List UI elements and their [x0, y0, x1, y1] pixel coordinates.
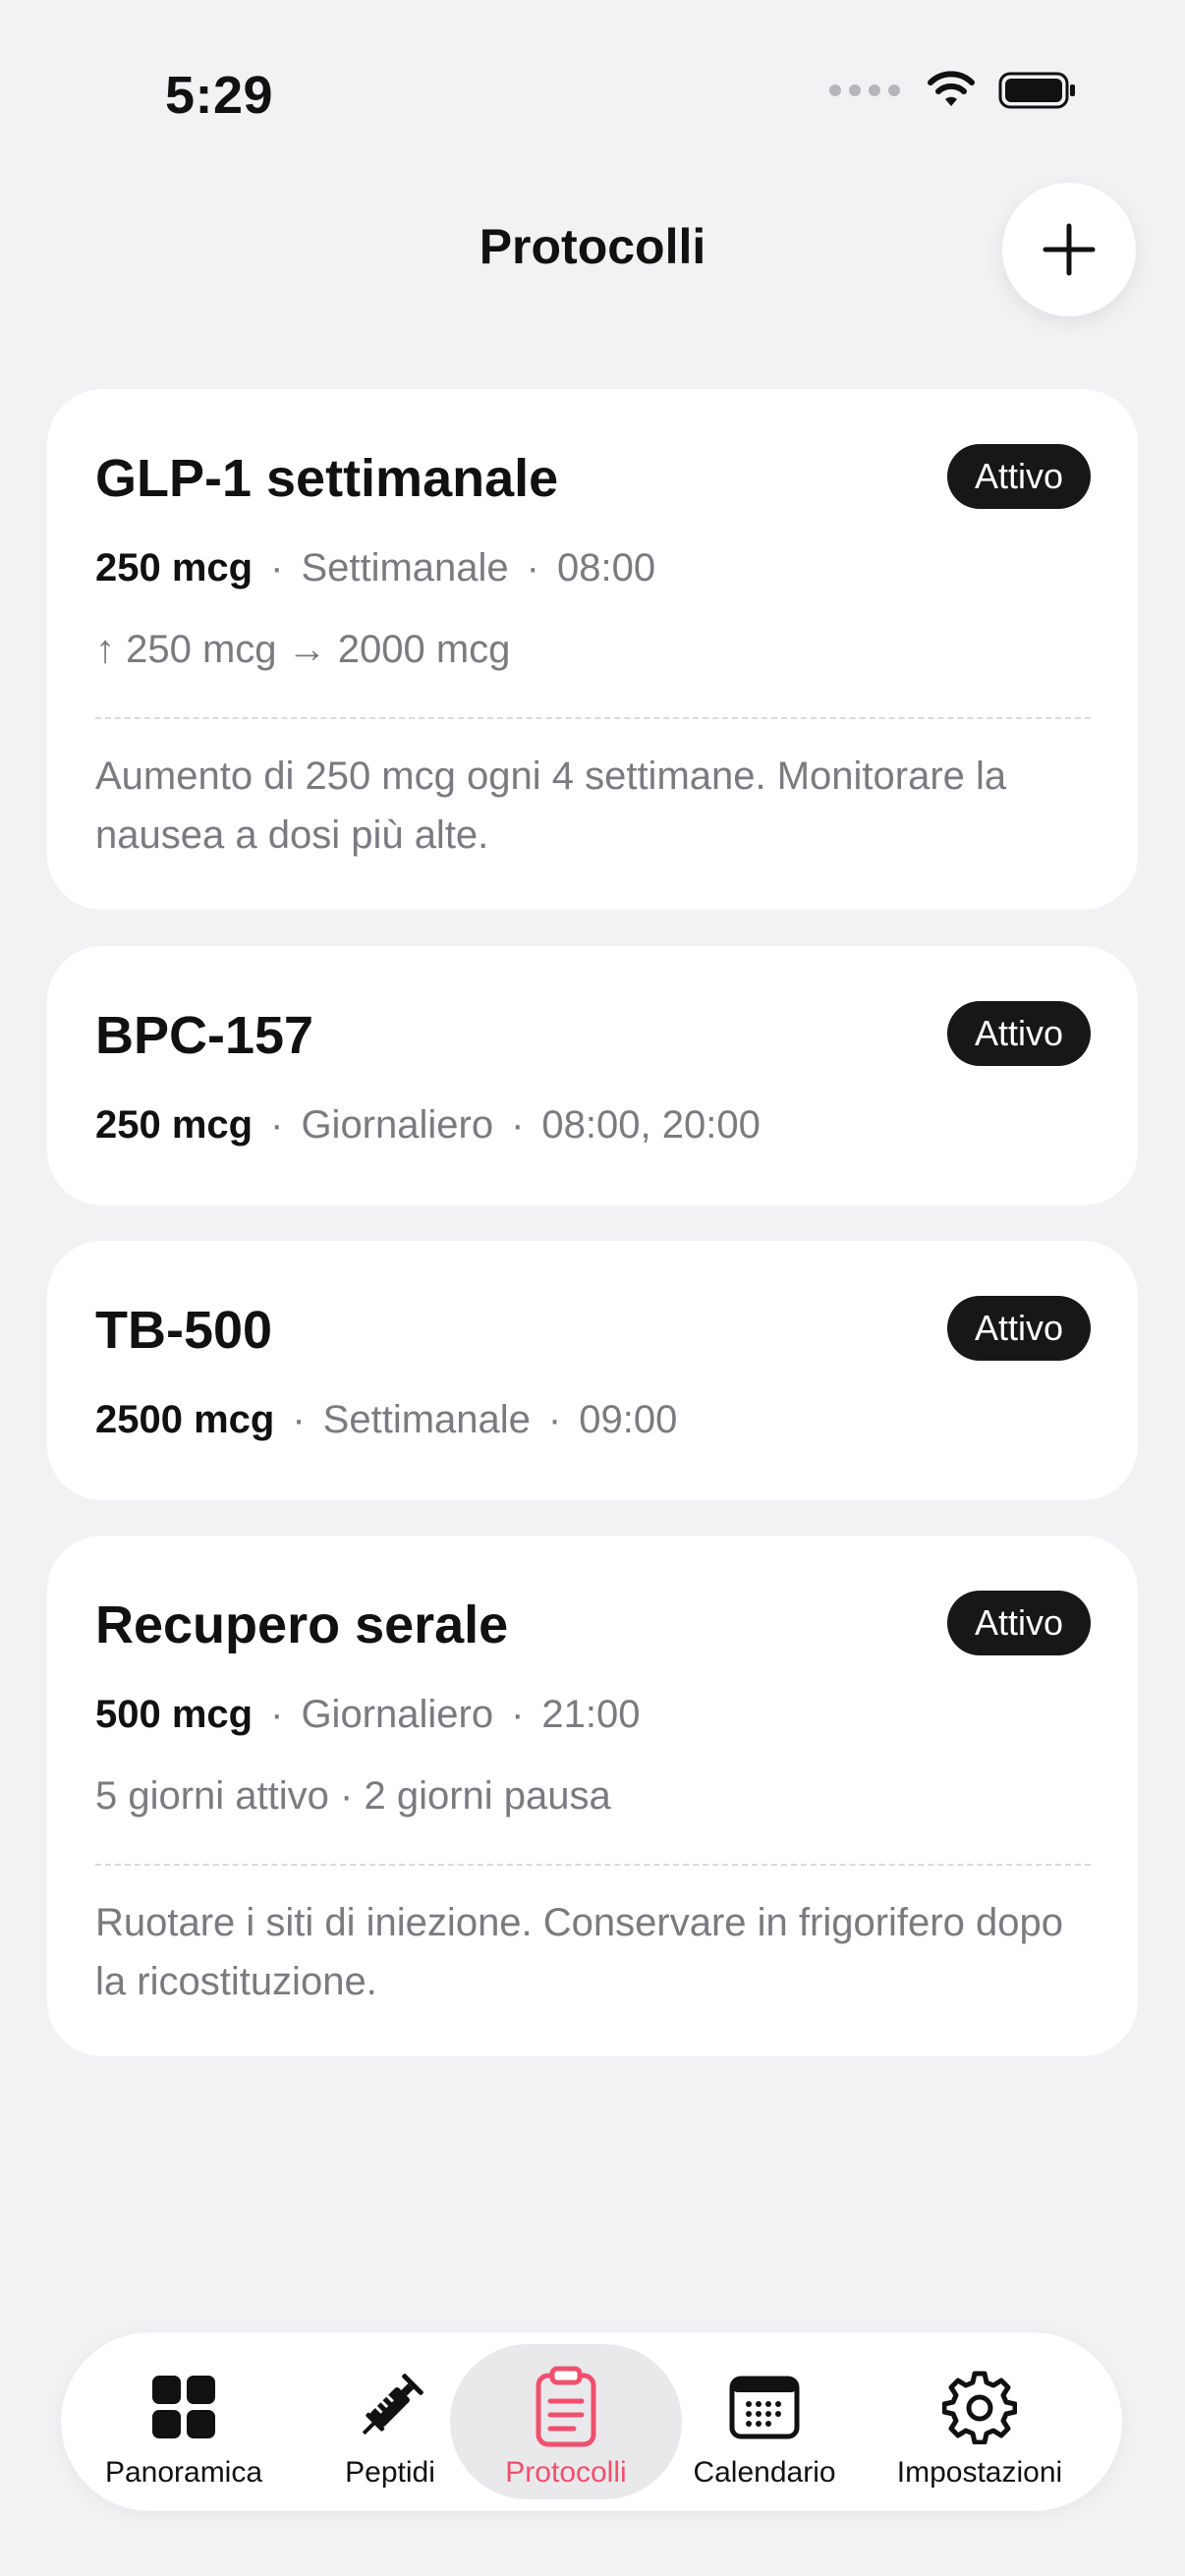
add-protocol-button[interactable]: [1002, 183, 1136, 316]
status-badge: Attivo: [946, 1296, 1091, 1361]
protocol-name: GLP-1 settimanale: [95, 449, 559, 508]
protocol-notes: Aumento di 250 mcg ogni 4 settimane. Mon…: [95, 755, 1007, 857]
protocol-meta: 2500 mcg · Settimanale · 09:00: [95, 1398, 677, 1442]
clipboard-icon: [535, 2366, 597, 2448]
tab-label: Peptidi: [345, 2456, 435, 2489]
protocol-name: BPC-157: [95, 1006, 314, 1065]
syringe-icon: [349, 2366, 431, 2448]
protocol-frequency: Settimanale: [301, 546, 509, 589]
protocol-dose: 500 mcg: [95, 1693, 254, 1736]
divider: [95, 717, 1091, 719]
tab-label: Impostazioni: [896, 2456, 1063, 2489]
protocol-meta: 500 mcg · Giornaliero · 21:00: [95, 1693, 641, 1737]
protocol-frequency: Giornaliero: [301, 1693, 494, 1736]
divider: [95, 1864, 1091, 1866]
protocol-notes: Ruotare i siti di iniezione. Conservare …: [95, 1901, 1063, 2003]
separator: ·: [526, 546, 539, 589]
protocol-card[interactable]: TB-500 Attivo 2500 mcg · Settimanale · 09:00: [47, 1241, 1138, 1500]
separator: ·: [511, 1693, 525, 1736]
tab-label: Protocolli: [505, 2456, 627, 2489]
status-badge: Attivo: [946, 1591, 1091, 1655]
signal-dots-icon: [829, 84, 900, 96]
protocol-dose: 250 mcg: [95, 1103, 254, 1147]
tab-label: Panoramica: [104, 2456, 263, 2489]
battery-icon: [998, 72, 1075, 109]
protocol-meta: 250 mcg · Settimanale · 08:00: [95, 546, 655, 590]
protocol-frequency: Giornaliero: [301, 1103, 494, 1147]
separator: ·: [292, 1398, 306, 1441]
tab-panoramica[interactable]: Panoramica: [100, 2332, 267, 2511]
protocol-titration: ↑ 250 mcg → 2000 mcg: [95, 628, 511, 671]
separator: ·: [270, 1693, 284, 1736]
tab-label: Calendario: [693, 2456, 836, 2489]
protocol-card[interactable]: Recupero serale Attivo 500 mcg · Giornalie…: [47, 1536, 1138, 2056]
separator: ·: [270, 546, 284, 589]
tab-peptidi[interactable]: Peptidi: [326, 2332, 454, 2511]
plus-icon: [1043, 223, 1096, 276]
separator: ·: [547, 1398, 562, 1441]
protocol-card[interactable]: BPC-157 Attivo 250 mcg · Giornaliero · 08:00…: [47, 946, 1138, 1205]
protocol-dose: 250 mcg: [95, 546, 254, 589]
grid-icon: [151, 2366, 216, 2448]
protocol-frequency: Settimanale: [322, 1398, 531, 1441]
tab-bar: Panoramica Peptidi Protocolli Calendario…: [61, 2332, 1122, 2511]
protocol-times: 08:00, 20:00: [541, 1103, 761, 1147]
tab-calendario[interactable]: Calendario: [676, 2332, 853, 2511]
protocol-name: Recupero serale: [95, 1596, 509, 1654]
protocol-dose: 2500 mcg: [95, 1398, 275, 1441]
protocol-meta: 250 mcg · Giornaliero · 08:00, 20:00: [95, 1103, 761, 1148]
status-time: 5:29: [165, 66, 274, 125]
protocol-times: 08:00: [557, 546, 656, 589]
protocol-cycle: 5 giorni attivo · 2 giorni pausa: [95, 1774, 611, 1818]
protocol-times: 09:00: [579, 1398, 678, 1441]
wifi-icon: [928, 71, 975, 106]
protocol-times: 21:00: [541, 1693, 641, 1736]
separator: ·: [511, 1103, 525, 1147]
tab-impostazioni[interactable]: Impostazioni: [867, 2332, 1093, 2511]
protocol-name: TB-500: [95, 1301, 273, 1360]
status-badge: Attivo: [946, 444, 1091, 509]
calendar-icon: [729, 2366, 800, 2448]
status-indicators: [829, 71, 1077, 110]
status-badge: Attivo: [946, 1001, 1091, 1066]
protocol-card[interactable]: GLP-1 settimanale Attivo 250 mcg · Settima…: [47, 389, 1138, 910]
gear-icon: [942, 2366, 1017, 2448]
separator: ·: [270, 1103, 284, 1147]
tab-protocolli[interactable]: Protocolli: [450, 2332, 682, 2511]
